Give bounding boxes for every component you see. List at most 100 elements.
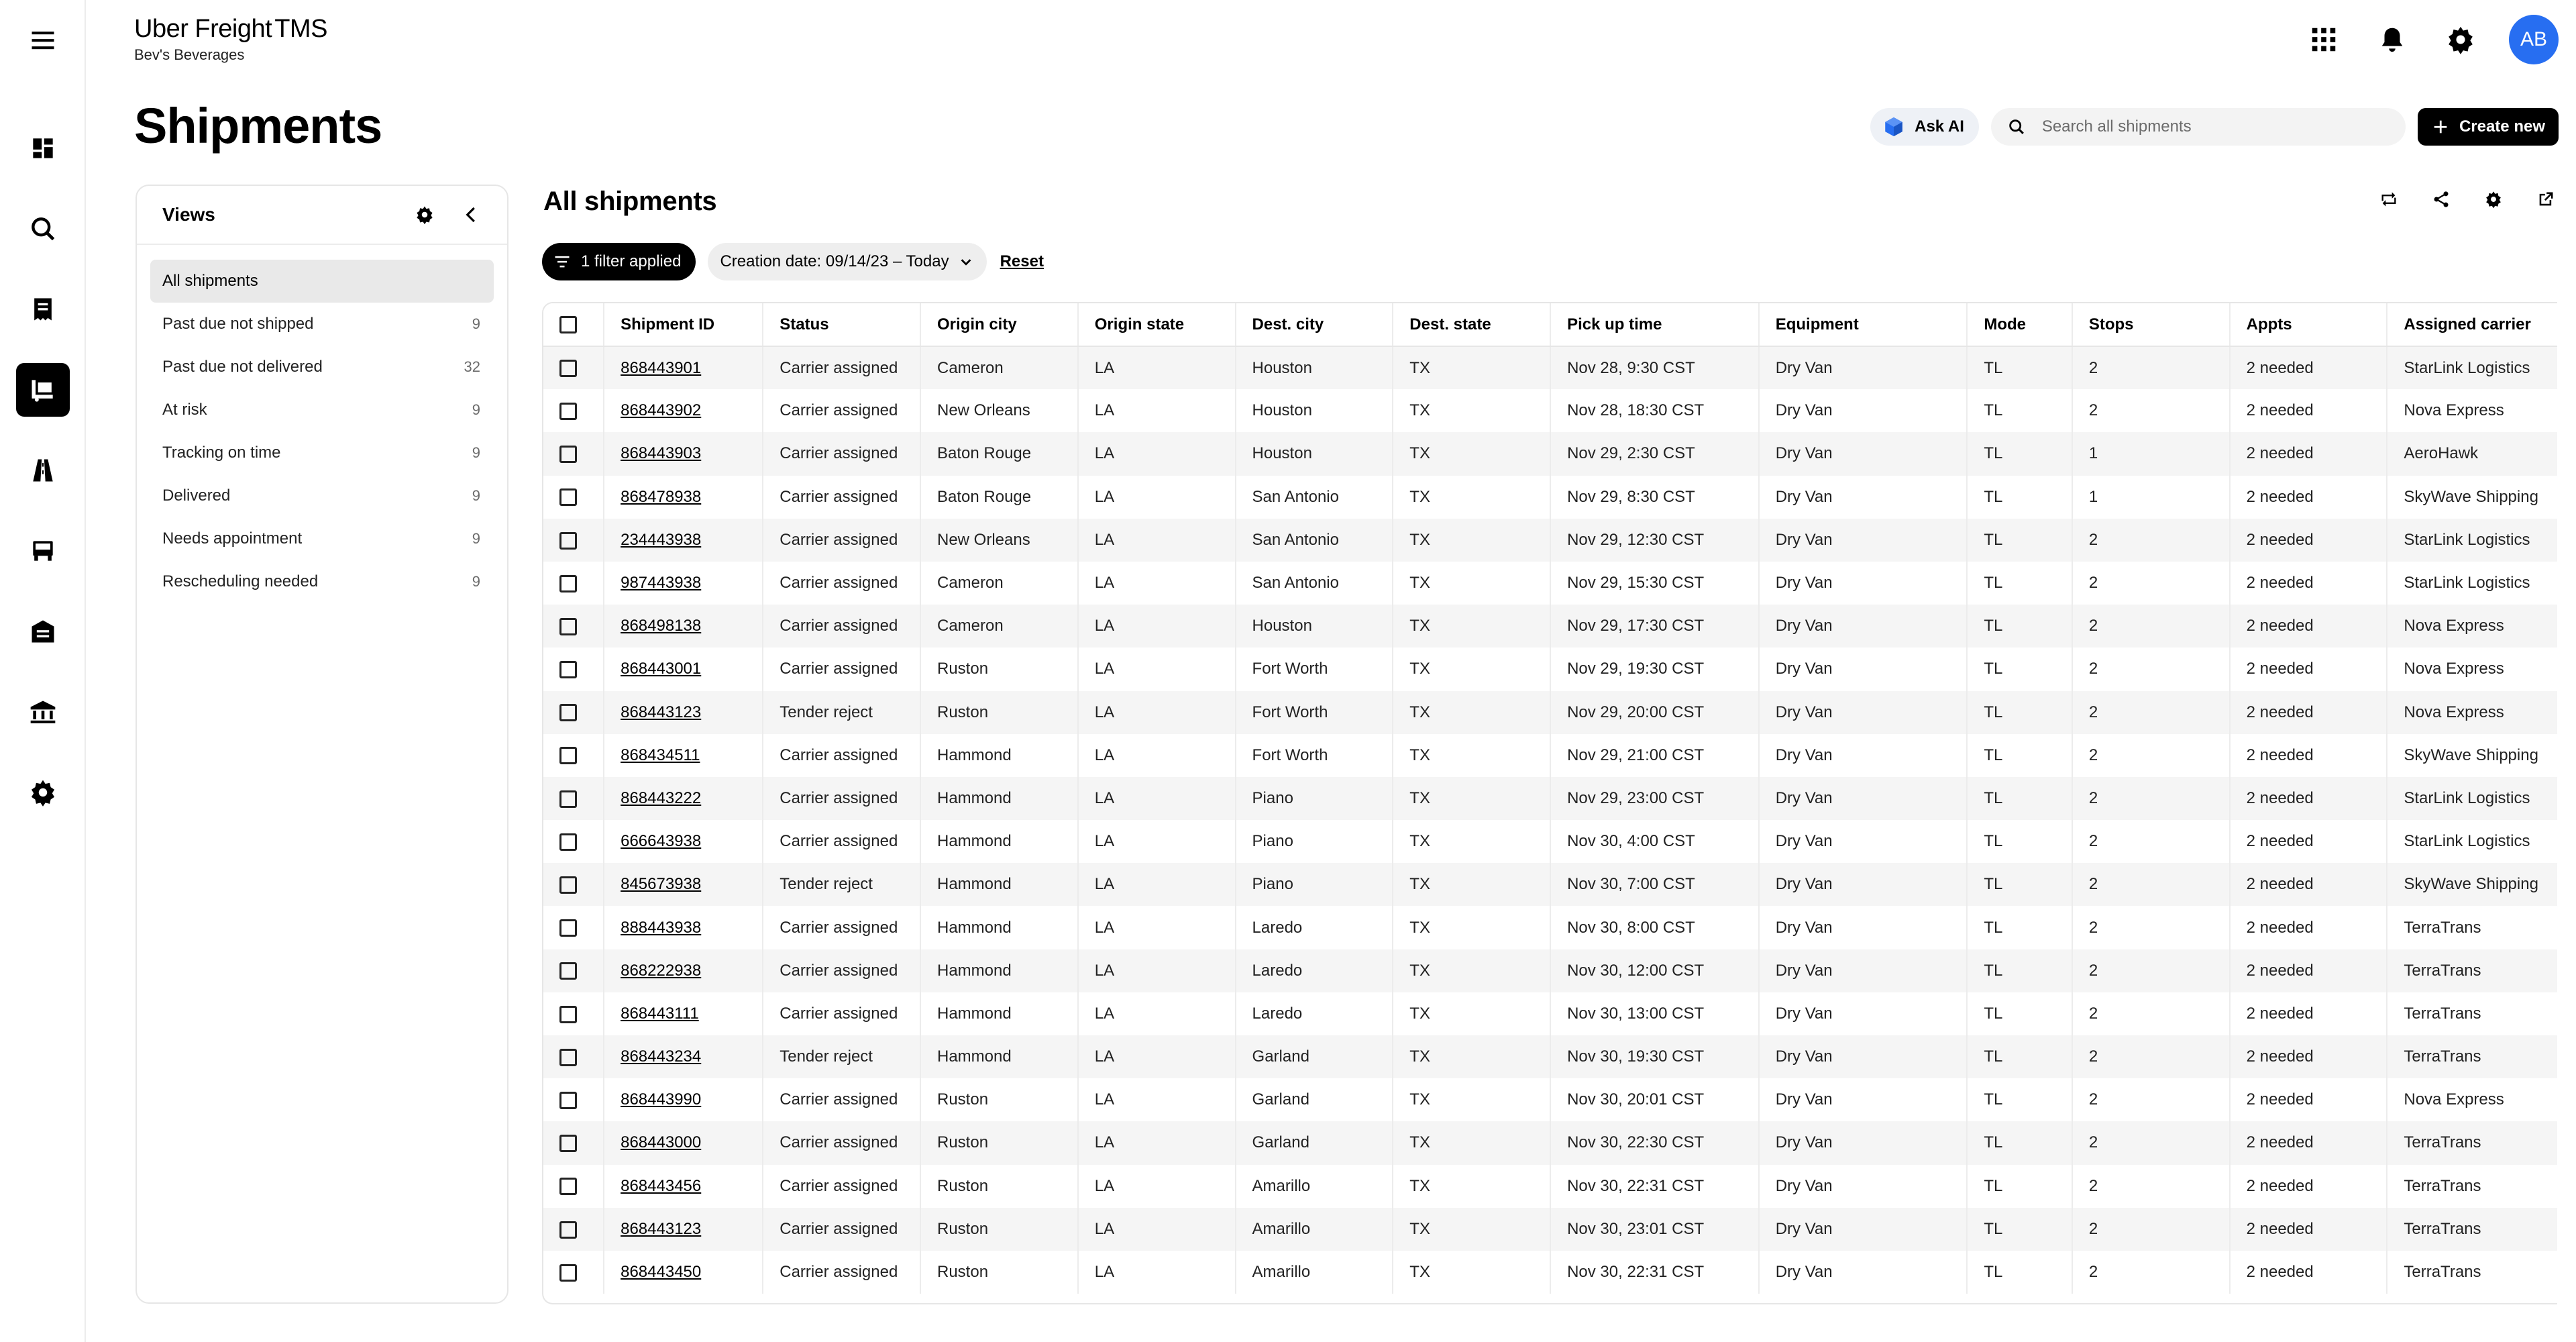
filter-applied-chip[interactable]: 1 filter applied — [542, 243, 696, 280]
create-new-button[interactable]: Create new — [2417, 108, 2559, 146]
table-row[interactable]: 868443903 Carrier assigned Baton Rouge LA Ho… — [543, 432, 2557, 476]
settings-gear-icon[interactable] — [2440, 19, 2481, 60]
view-item[interactable]: Past due not shipped 9 — [150, 303, 494, 346]
row-checkbox[interactable] — [559, 402, 577, 420]
row-checkbox[interactable] — [559, 1221, 577, 1239]
shipment-id-link[interactable]: 868443450 — [621, 1263, 701, 1281]
table-row[interactable]: 868443990 Carrier assigned Ruston LA Garland… — [543, 1078, 2557, 1122]
shipment-id-link[interactable]: 868443123 — [621, 1220, 701, 1238]
row-checkbox[interactable] — [559, 446, 577, 464]
share-icon[interactable] — [2430, 188, 2453, 211]
brand-title[interactable]: Uber Freight TMS — [134, 15, 327, 44]
table-row[interactable]: 868222938 Carrier assigned Hammond LA Laredo… — [543, 949, 2557, 992]
row-checkbox[interactable] — [559, 747, 577, 765]
open-external-icon[interactable] — [2534, 188, 2557, 211]
table-row[interactable]: 868443123 Carrier assigned Ruston LA Amarill… — [543, 1207, 2557, 1251]
row-checkbox[interactable] — [559, 617, 577, 635]
truck-icon[interactable] — [16, 524, 70, 578]
creation-date-filter[interactable]: Creation date: 09/14/23 – Today — [708, 243, 987, 280]
row-checkbox[interactable] — [559, 1178, 577, 1196]
apps-grid-icon[interactable] — [2304, 19, 2344, 60]
table-settings-icon[interactable] — [2482, 188, 2505, 211]
shipment-id-link[interactable]: 868443456 — [621, 1177, 701, 1195]
shipment-id-link[interactable]: 868443903 — [621, 444, 701, 462]
column-header[interactable]: Dest. city — [1235, 303, 1394, 347]
row-checkbox[interactable] — [559, 704, 577, 722]
settings-icon[interactable] — [16, 766, 70, 819]
row-checkbox[interactable] — [559, 661, 577, 679]
search-icon[interactable] — [16, 202, 70, 256]
shipment-id-link[interactable]: 868443990 — [621, 1090, 701, 1108]
view-item[interactable]: Past due not delivered 32 — [150, 346, 494, 389]
view-item[interactable]: Rescheduling needed 9 — [150, 560, 494, 603]
table-row[interactable]: 987443938 Carrier assigned Cameron LA San An… — [543, 561, 2557, 605]
table-row[interactable]: 868443901 Carrier assigned Cameron LA Housto… — [543, 346, 2557, 390]
row-checkbox[interactable] — [559, 488, 577, 507]
shipment-id-link[interactable]: 868443901 — [621, 359, 701, 377]
row-checkbox[interactable] — [559, 790, 577, 808]
column-header[interactable]: Appts — [2229, 303, 2388, 347]
user-avatar[interactable]: AB — [2509, 15, 2559, 64]
table-row[interactable]: 868443902 Carrier assigned New Orleans LA Ho… — [543, 389, 2557, 433]
shipment-id-link[interactable]: 868443001 — [621, 660, 701, 678]
column-header[interactable]: Equipment — [1758, 303, 1968, 347]
shipment-id-link[interactable]: 868478938 — [621, 488, 701, 506]
column-header[interactable]: Status — [763, 303, 921, 347]
shipment-id-link[interactable]: 666643938 — [621, 832, 701, 850]
row-checkbox[interactable] — [559, 1091, 577, 1109]
views-settings-icon[interactable] — [413, 203, 436, 226]
column-header[interactable]: Dest. state — [1393, 303, 1552, 347]
road-icon[interactable] — [16, 444, 70, 497]
row-checkbox[interactable] — [559, 919, 577, 937]
notification-bell-icon[interactable] — [2372, 19, 2412, 60]
shipment-id-link[interactable]: 868498138 — [621, 617, 701, 635]
table-row[interactable]: 868434511 Carrier assigned Hammond LA Fort W… — [543, 733, 2557, 777]
column-header[interactable]: Stops — [2072, 303, 2231, 347]
shipment-id-link[interactable]: 234443938 — [621, 531, 701, 549]
table-row[interactable]: 666643938 Carrier assigned Hammond LA Piano T… — [543, 820, 2557, 864]
shipment-id-link[interactable]: 888443938 — [621, 919, 701, 937]
row-checkbox[interactable] — [559, 962, 577, 980]
table-row[interactable]: 845673938 Tender reject Hammond LA Piano TX No… — [543, 863, 2557, 907]
shipment-id-link[interactable]: 987443938 — [621, 574, 701, 592]
ask-ai-button[interactable]: Ask AI — [1870, 108, 1979, 146]
table-row[interactable]: 868443111 Carrier assigned Hammond LA Laredo… — [543, 992, 2557, 1035]
row-checkbox[interactable] — [559, 360, 577, 378]
row-checkbox[interactable] — [559, 1263, 577, 1282]
column-header[interactable]: Pick up time — [1550, 303, 1760, 347]
search-input[interactable] — [2041, 117, 2390, 136]
column-header[interactable]: Assigned carrier — [2387, 303, 2557, 347]
column-header[interactable]: Shipment ID — [604, 303, 764, 347]
table-row[interactable]: 868498138 Carrier assigned Cameron LA Housto… — [543, 605, 2557, 648]
shipment-id-link[interactable]: 868443902 — [621, 401, 701, 419]
table-row[interactable]: 868478938 Carrier assigned Baton Rouge LA Sa… — [543, 475, 2557, 519]
column-header[interactable]: Origin state — [1077, 303, 1236, 347]
table-row[interactable]: 888443938 Carrier assigned Hammond LA Laredo… — [543, 906, 2557, 949]
table-row[interactable]: 868443456 Carrier assigned Ruston LA Amarill… — [543, 1164, 2557, 1208]
view-item[interactable]: Tracking on time 9 — [150, 431, 494, 474]
bank-icon[interactable] — [16, 685, 70, 739]
view-item[interactable]: All shipments — [150, 260, 494, 303]
reset-filters-link[interactable]: Reset — [1000, 252, 1044, 271]
view-item[interactable]: At risk 9 — [150, 389, 494, 431]
shipment-id-link[interactable]: 868443123 — [621, 703, 701, 721]
shipment-id-link[interactable]: 868443234 — [621, 1047, 701, 1066]
table-row[interactable]: 868443234 Tender reject Hammond LA Garland TX… — [543, 1035, 2557, 1079]
shipment-id-link[interactable]: 868443000 — [621, 1133, 701, 1151]
column-header[interactable]: Mode — [1967, 303, 2073, 347]
shipment-id-link[interactable]: 868434511 — [621, 746, 700, 764]
row-checkbox[interactable] — [559, 1005, 577, 1023]
shipment-id-link[interactable]: 868443222 — [621, 789, 701, 807]
table-row[interactable]: 234443938 Carrier assigned New Orleans LA Sa… — [543, 518, 2557, 562]
row-checkbox[interactable] — [559, 1048, 577, 1066]
shipment-id-link[interactable]: 845673938 — [621, 875, 701, 893]
view-item[interactable]: Needs appointment 9 — [150, 517, 494, 560]
row-checkbox[interactable] — [559, 833, 577, 851]
row-checkbox[interactable] — [559, 876, 577, 894]
table-row[interactable]: 868443123 Tender reject Ruston LA Fort Worth… — [543, 690, 2557, 734]
table-row[interactable]: 868443450 Carrier assigned Ruston LA Amarill… — [543, 1250, 2557, 1294]
column-header[interactable]: Origin city — [920, 303, 1079, 347]
row-checkbox[interactable] — [559, 574, 577, 592]
row-checkbox[interactable] — [559, 1135, 577, 1153]
dashboard-icon[interactable] — [16, 121, 70, 175]
